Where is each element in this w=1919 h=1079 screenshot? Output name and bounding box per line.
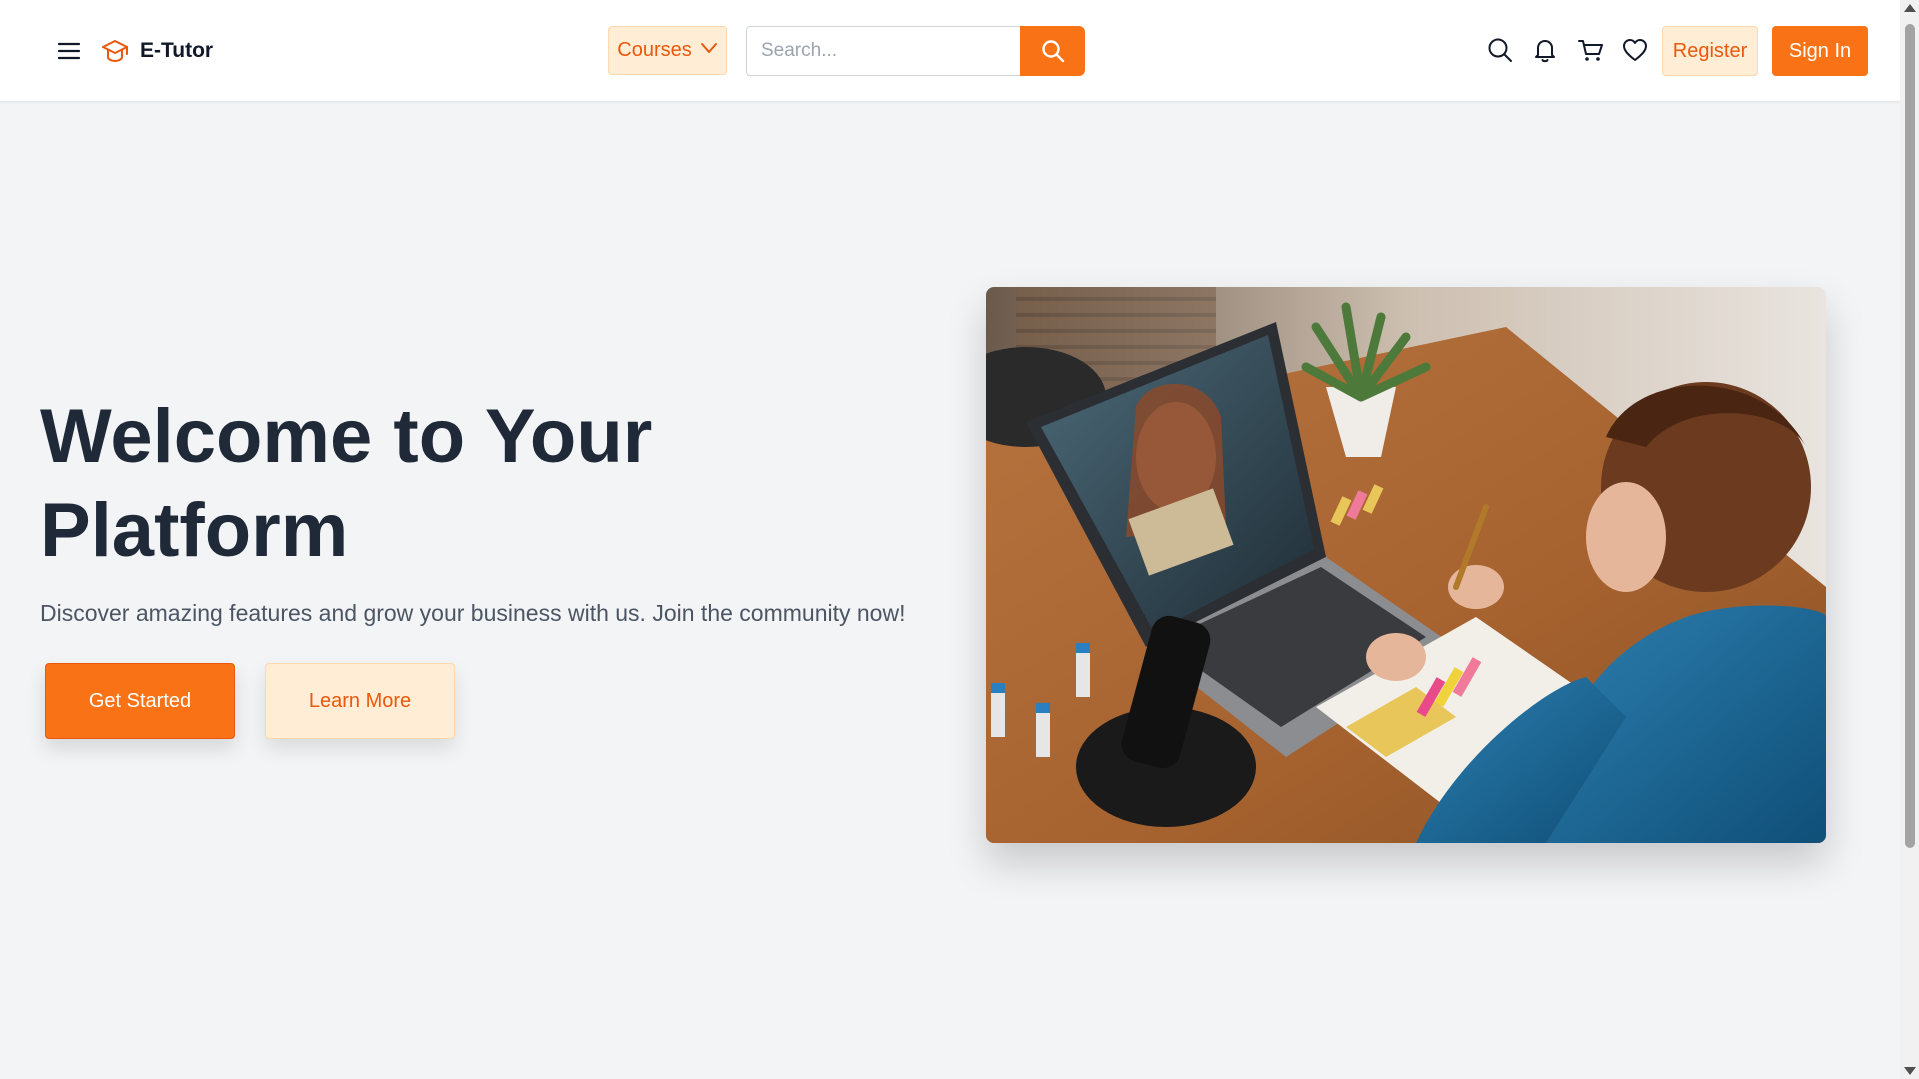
- brand-name[interactable]: E-Tutor: [140, 38, 213, 64]
- learn-more-button[interactable]: Learn More: [265, 663, 455, 739]
- vertical-scrollbar[interactable]: [1900, 0, 1919, 1079]
- scroll-down-arrow-icon[interactable]: [1904, 1067, 1916, 1075]
- menu-icon[interactable]: [56, 38, 82, 64]
- courses-label: Courses: [617, 39, 692, 61]
- chevron-down-icon: [700, 39, 718, 63]
- search-input[interactable]: [746, 26, 1022, 76]
- sign-in-button[interactable]: Sign In: [1772, 26, 1868, 76]
- scrollbar-thumb[interactable]: [1905, 24, 1915, 848]
- scroll-up-arrow-icon[interactable]: [1904, 4, 1916, 12]
- search-bar: [746, 26, 1085, 76]
- hero-subtitle: Discover amazing features and grow your …: [40, 600, 906, 626]
- graduation-cap-icon[interactable]: [101, 37, 129, 65]
- get-started-button[interactable]: Get Started: [45, 663, 235, 739]
- bell-icon[interactable]: [1531, 36, 1559, 64]
- hero-title: Welcome to Your Platform: [40, 394, 653, 573]
- search-button[interactable]: [1020, 26, 1085, 76]
- search-icon[interactable]: [1486, 36, 1514, 64]
- courses-dropdown[interactable]: Courses: [608, 26, 727, 75]
- top-navbar: E-Tutor Courses Search... Register Sign …: [0, 0, 1900, 102]
- cart-icon[interactable]: [1577, 36, 1605, 64]
- register-button[interactable]: Register: [1662, 26, 1758, 76]
- hero-image: [986, 287, 1826, 843]
- search-icon: [1041, 40, 1064, 63]
- heart-icon[interactable]: [1621, 36, 1649, 64]
